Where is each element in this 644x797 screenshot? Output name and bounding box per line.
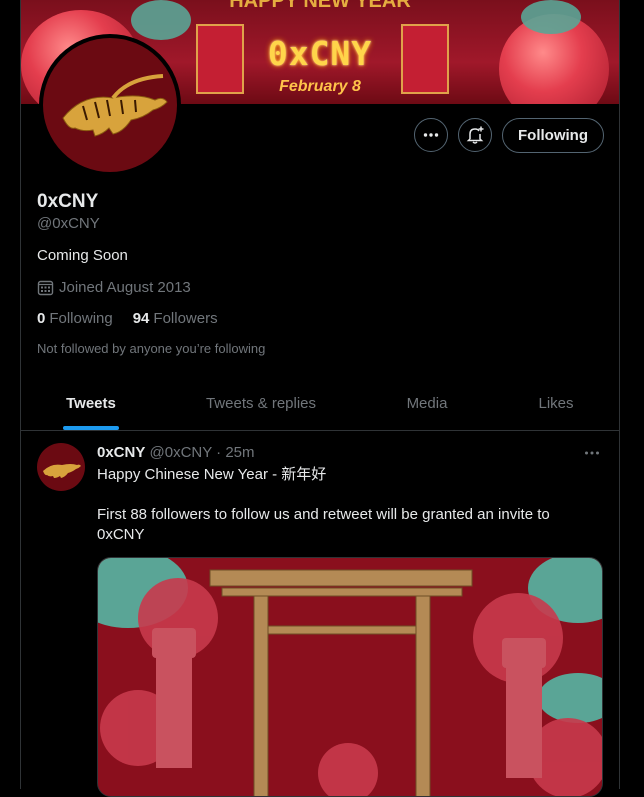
more-icon bbox=[585, 451, 599, 455]
tab-media[interactable]: Media bbox=[361, 376, 493, 430]
tweet-text-line: First 88 followers to follow us and retw… bbox=[97, 506, 550, 543]
following-count: 0 bbox=[37, 310, 46, 327]
follow-stats: 0 Following 94 Followers bbox=[37, 310, 218, 327]
profile-column: HAPPY NEW YEAR 0xCNY February 8 Followin… bbox=[20, 0, 620, 797]
tweet-text-line: Happy Chinese New Year - 新年好 bbox=[97, 466, 327, 483]
tab-likes[interactable]: Likes bbox=[493, 376, 619, 430]
profile-bio: Coming Soon bbox=[37, 247, 128, 264]
tab-label: Tweets & replies bbox=[205, 394, 317, 412]
followers-stat-link[interactable]: 94 Followers bbox=[133, 310, 218, 327]
tab-label: Tweets bbox=[66, 394, 116, 412]
tweet-meta: @0xCNY · 25m bbox=[149, 444, 255, 461]
profile-handle: @0xCNY bbox=[37, 215, 100, 232]
tiger-avatar-image bbox=[43, 38, 177, 172]
profile-avatar[interactable] bbox=[39, 34, 181, 176]
following-label: Following bbox=[49, 310, 113, 327]
profile-name: 0xCNY bbox=[37, 191, 99, 212]
tab-label: Media bbox=[406, 394, 448, 412]
tweet-header: 0xCNY @0xCNY · 25m bbox=[97, 444, 255, 461]
joined-date: Joined August 2013 bbox=[37, 279, 191, 296]
more-options-button[interactable] bbox=[414, 118, 448, 152]
banner-top-text: HAPPY NEW YEAR bbox=[229, 0, 411, 12]
more-icon bbox=[423, 133, 439, 137]
following-button[interactable]: Following bbox=[502, 118, 604, 153]
notification-bell-icon bbox=[466, 126, 484, 144]
followers-count: 94 bbox=[132, 310, 150, 327]
notifications-button[interactable] bbox=[458, 118, 492, 152]
calendar-icon bbox=[37, 280, 54, 296]
tweet-author-name[interactable]: 0xCNY bbox=[97, 444, 145, 461]
following-stat-link[interactable]: 0 Following bbox=[37, 310, 113, 327]
tab-tweets[interactable]: Tweets bbox=[21, 376, 161, 430]
joined-label: Joined August 2013 bbox=[59, 279, 191, 296]
followers-label: Followers bbox=[153, 310, 218, 327]
tweet-more-button[interactable] bbox=[583, 444, 601, 467]
tweet-media-image[interactable] bbox=[97, 557, 603, 797]
profile-tabs: Tweets Tweets & replies Media Likes bbox=[21, 376, 619, 431]
tab-tweets-replies[interactable]: Tweets & replies bbox=[161, 376, 361, 430]
active-tab-indicator bbox=[63, 426, 119, 430]
not-followed-note: Not followed by anyone you’re following bbox=[37, 341, 266, 356]
tab-label: Likes bbox=[538, 394, 574, 412]
tweet-avatar[interactable] bbox=[37, 443, 85, 491]
